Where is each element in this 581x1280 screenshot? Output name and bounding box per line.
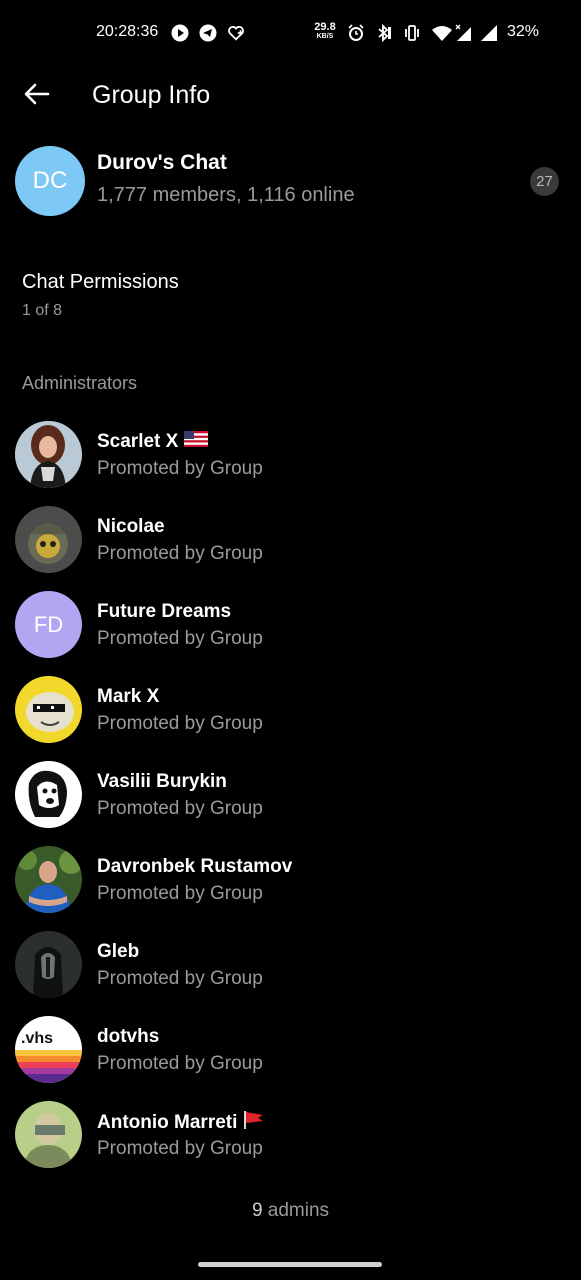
admin-name: dotvhs [97, 1026, 160, 1047]
avatar [15, 506, 82, 573]
admin-role: Promoted by Group [97, 543, 263, 564]
avatar: .vhs [15, 1016, 82, 1083]
us-flag-icon [184, 431, 209, 453]
play-icon [171, 24, 189, 42]
group-member-count: 1,777 members, 1,116 online [97, 184, 355, 206]
signal-x-icon [455, 24, 475, 42]
admin-count-label: admins [267, 1200, 330, 1221]
vhs-logo-text: .vhs [21, 1030, 54, 1047]
admin-row[interactable]: Antonio Marreti Promoted by Group [0, 1092, 581, 1177]
wifi-icon [431, 24, 453, 42]
heart-plus-icon [227, 24, 245, 42]
admin-role: Promoted by Group [97, 628, 263, 649]
admin-role: Promoted by Group [97, 798, 263, 819]
page-title: Group Info [92, 81, 211, 109]
toolbar: Group Info [0, 66, 581, 126]
back-button[interactable] [16, 76, 58, 116]
count-badge[interactable]: 27 [530, 167, 559, 196]
chat-permissions-item[interactable]: Chat Permissions 1 of 8 [0, 258, 581, 328]
alarm-icon [347, 24, 365, 42]
vibrate-icon [403, 24, 421, 42]
group-header[interactable]: DC Durov's Chat 1,777 members, 1,116 onl… [0, 138, 581, 226]
avatar [15, 1101, 82, 1168]
admin-row[interactable]: Nicolae Promoted by Group [0, 497, 581, 582]
net-speed: 29.8 KB/S [314, 21, 336, 41]
avatar: FD [15, 591, 82, 658]
group-initials: DC [32, 167, 68, 194]
admin-row[interactable]: .vhs dotvhs Promoted by Group [0, 1007, 581, 1092]
status-time: 20:28:36 [96, 23, 159, 40]
admin-name: Scarlet X [97, 431, 179, 452]
admin-name: Vasilii Burykin [97, 771, 227, 792]
admin-name: Antonio Marreti [97, 1112, 238, 1133]
group-avatar[interactable]: DC [15, 146, 85, 216]
admin-row[interactable]: Vasilii Burykin Promoted by Group [0, 752, 581, 837]
avatar [15, 421, 82, 488]
admin-row[interactable]: Gleb Promoted by Group [0, 922, 581, 1007]
battery-level: 32% [507, 23, 540, 40]
admin-row[interactable]: FD Future Dreams Promoted by Group [0, 582, 581, 667]
admin-row[interactable]: Davronbek Rustamov Promoted by Group [0, 837, 581, 922]
admin-name: Nicolae [97, 516, 165, 537]
signal-icon [479, 24, 499, 42]
bluetooth-icon [375, 24, 393, 42]
chat-permissions-value: 1 of 8 [22, 302, 63, 319]
admin-role: Promoted by Group [97, 968, 263, 989]
admin-role: Promoted by Group [97, 713, 263, 734]
status-bar: 20:28:36 29.8 KB/S 32% [0, 0, 581, 66]
avatar [15, 761, 82, 828]
admin-name: Future Dreams [97, 601, 232, 622]
red-flag-icon [243, 1111, 265, 1135]
admin-name: Davronbek Rustamov [97, 856, 293, 877]
admin-role: Promoted by Group [97, 458, 263, 479]
avatar [15, 931, 82, 998]
admin-role: Promoted by Group [97, 883, 263, 904]
avatar-initials: FD [33, 611, 64, 637]
chat-permissions-label: Chat Permissions [22, 271, 179, 293]
admin-row[interactable]: Mark X Promoted by Group [0, 667, 581, 752]
admin-role: Promoted by Group [97, 1138, 263, 1159]
avatar [15, 676, 82, 743]
admin-count-footer: 9 admins [0, 1200, 581, 1222]
administrators-header: Administrators [22, 373, 138, 393]
group-name: Durov's Chat [97, 151, 227, 174]
admin-row[interactable]: Scarlet X Promoted by Group [0, 412, 581, 497]
admin-role: Promoted by Group [97, 1053, 263, 1074]
admin-count-number: 9 [251, 1200, 263, 1221]
home-indicator[interactable] [198, 1262, 382, 1267]
avatar [15, 846, 82, 913]
admin-name: Mark X [97, 686, 160, 707]
telegram-icon [199, 24, 217, 42]
admin-name: Gleb [97, 941, 140, 962]
arrow-left-icon [24, 83, 50, 110]
